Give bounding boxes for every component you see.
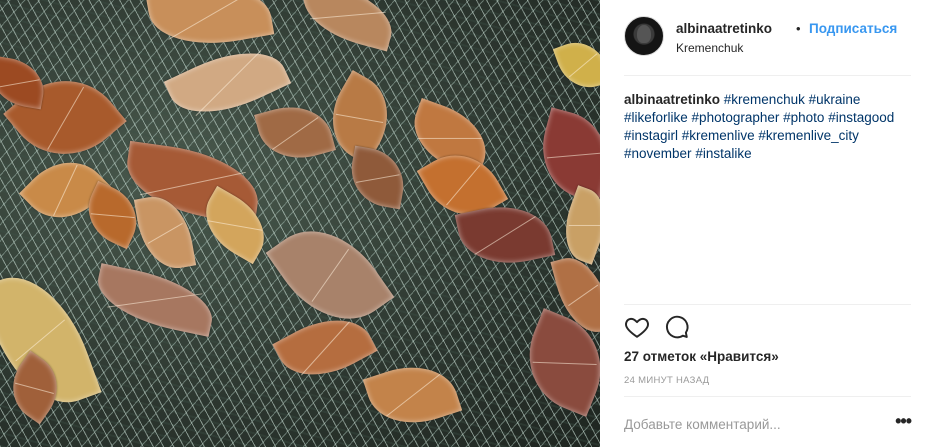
leaf [554, 185, 600, 265]
heart-icon[interactable] [624, 314, 650, 340]
leaf [362, 353, 463, 437]
more-options-icon[interactable]: ••• [895, 411, 912, 432]
post-header: albinaatretinko • Подписаться Kremenchuk [624, 16, 911, 76]
leaf [254, 96, 336, 169]
caption-username[interactable]: albinaatretinko [624, 92, 720, 107]
hashtag-link[interactable]: #kremenlive_city [758, 128, 859, 143]
hashtag-link[interactable]: #november [624, 146, 692, 161]
post-caption: albinaatretinko #kremenchuk #ukraine #li… [624, 91, 914, 163]
hashtag-link[interactable]: #likeforlike [624, 110, 688, 125]
leaf [91, 263, 219, 337]
location-link[interactable]: Kremenchuk [676, 41, 743, 55]
hashtag-link[interactable]: #instalike [695, 146, 751, 161]
avatar[interactable] [624, 16, 664, 56]
hashtag-link[interactable]: #instagirl [624, 128, 678, 143]
leaf [530, 107, 600, 203]
post-side-panel: albinaatretinko • Подписаться Kremenchuk… [600, 0, 934, 447]
hashtag-link[interactable]: #kremenlive [682, 128, 755, 143]
comment-input[interactable] [624, 413, 874, 435]
hashtag-link[interactable]: #kremenchuk [724, 92, 805, 107]
leaf [145, 0, 275, 55]
comment-bar: ••• [624, 396, 912, 447]
separator-dot: • [796, 21, 801, 36]
leaf [552, 33, 600, 97]
hashtag-link[interactable]: #photo [783, 110, 824, 125]
hashtag-link[interactable]: #photographer [692, 110, 780, 125]
likes-count[interactable]: 27 отметок «Нравится» [624, 349, 779, 364]
leaf [345, 145, 410, 210]
follow-button[interactable]: Подписаться [809, 21, 897, 36]
author-username[interactable]: albinaatretinko [676, 21, 772, 36]
hashtag-link[interactable]: #ukraine [809, 92, 861, 107]
post-timestamp: 24 МИНУТ НАЗАД [624, 375, 710, 386]
actions-divider [624, 304, 911, 305]
hashtag-link[interactable]: #instagood [828, 110, 894, 125]
post-photo[interactable] [0, 0, 600, 447]
leaf [295, 0, 400, 52]
leaf [0, 55, 49, 110]
comment-bubble-icon[interactable] [664, 314, 690, 340]
